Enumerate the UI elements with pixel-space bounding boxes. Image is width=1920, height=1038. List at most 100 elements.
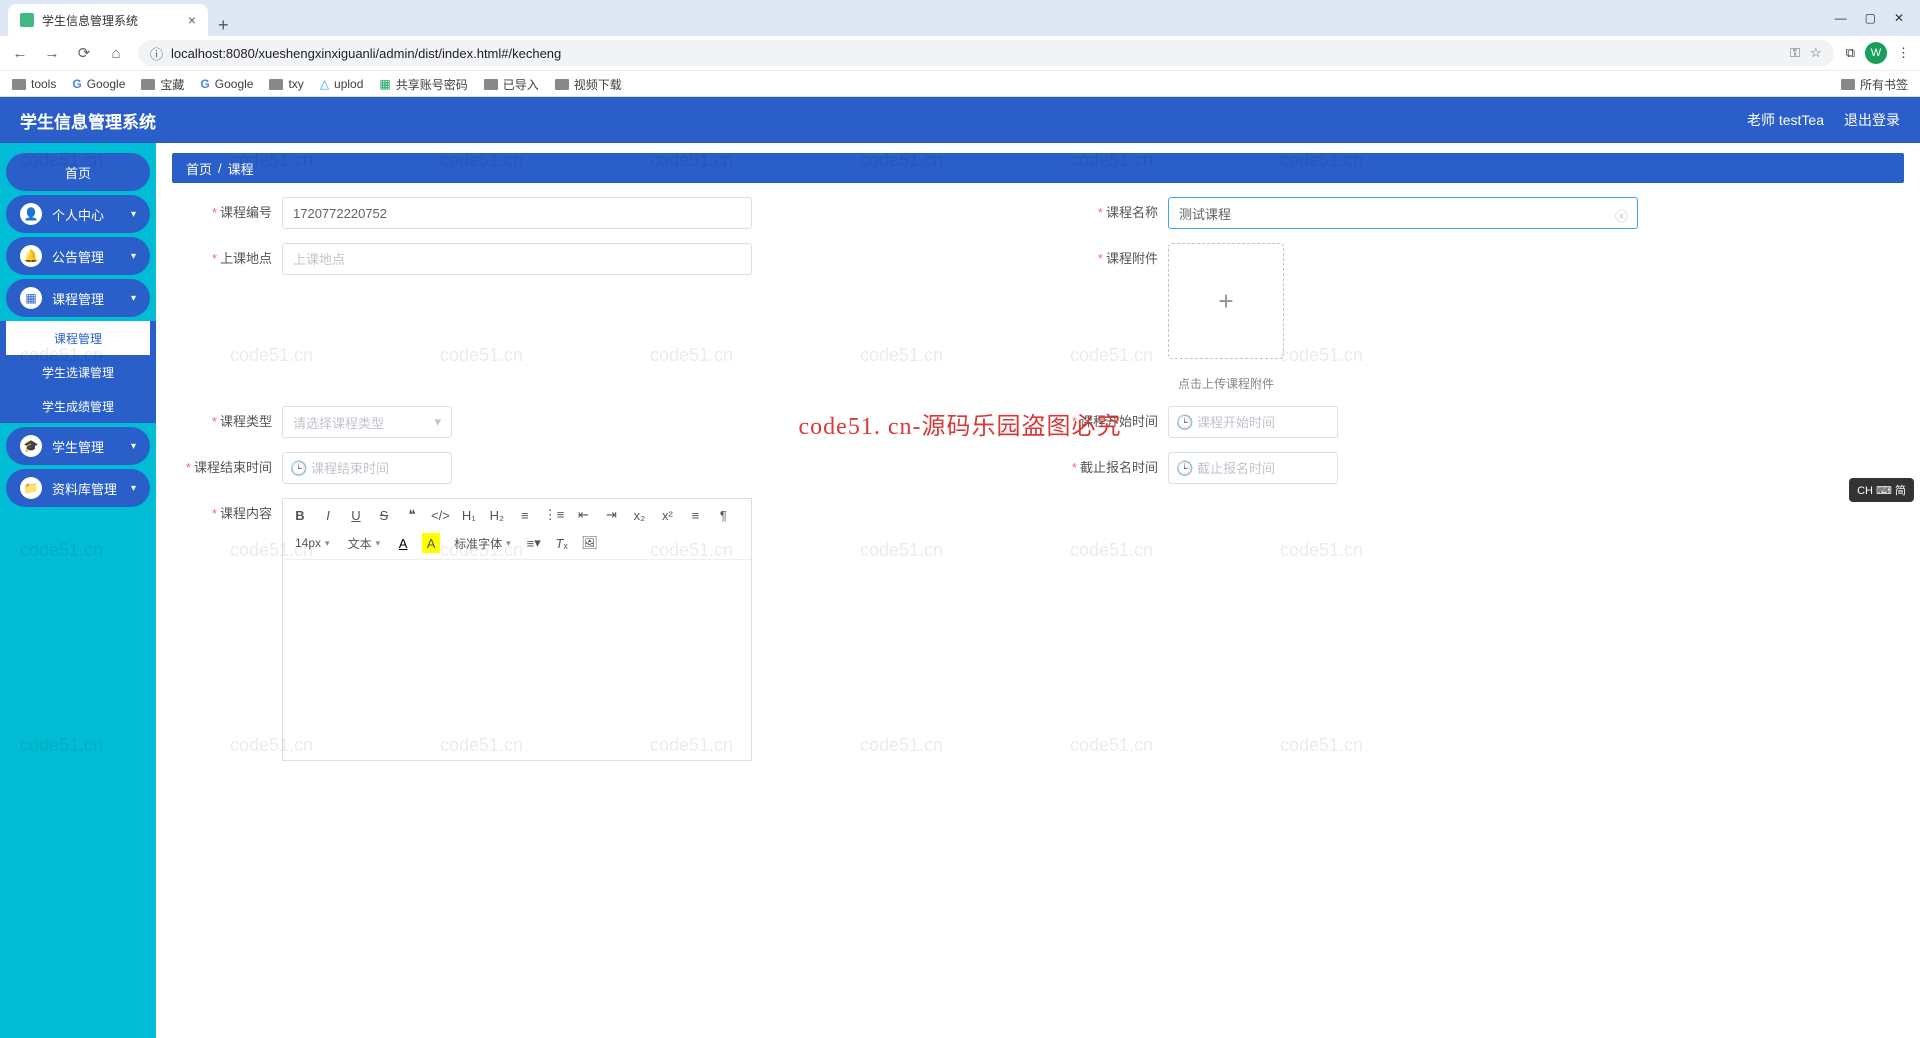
breadcrumb: 首页 / 课程 — [172, 153, 1904, 183]
bookmark-item[interactable]: 视频下载 — [555, 76, 622, 93]
list-ul-icon[interactable]: ⋮≡ — [544, 505, 565, 525]
window-controls: — ▢ ✕ — [1835, 0, 1920, 36]
align-icon[interactable]: ≡ — [686, 505, 704, 525]
all-bookmarks[interactable]: 所有书签 — [1841, 76, 1908, 93]
chevron-down-icon: ▾ — [131, 251, 136, 262]
reload-icon[interactable]: ⟳ — [74, 44, 94, 62]
folder-icon — [12, 79, 26, 90]
minimize-icon[interactable]: — — [1835, 11, 1847, 25]
app-header: 学生信息管理系统 老师 testTea 退出登录 — [0, 97, 1920, 143]
course-id-label: 课程编号 — [220, 205, 272, 220]
bookmark-item[interactable]: GGoogle — [200, 77, 253, 91]
bookmark-item[interactable]: ▦共享账号密码 — [379, 76, 467, 93]
sidebar: 首页 👤 个人中心 ▾ 🔔 公告管理 ▾ ▦ 课程管理 ▾ 课程管理 学生选课管… — [0, 143, 156, 1038]
sidebar-submenu-course: 课程管理 学生选课管理 学生成绩管理 — [0, 321, 156, 423]
h1-icon[interactable]: H₁ — [460, 505, 478, 525]
url-input[interactable]: ⓘ localhost:8080/xueshengxinxiguanli/adm… — [138, 40, 1834, 66]
sub-icon[interactable]: x₂ — [630, 505, 648, 525]
editor-body[interactable] — [283, 560, 751, 760]
bookmark-item[interactable]: txy — [269, 77, 303, 91]
sidebar-sub-student-grade[interactable]: 学生成绩管理 — [0, 389, 156, 423]
rich-editor: B I U S ❝ </> H₁ H₂ ≡ ⋮≡ ⇤ ⇥ x₂ — [282, 498, 752, 761]
text-color-icon[interactable]: A — [394, 533, 412, 553]
maximize-icon[interactable]: ▢ — [1865, 11, 1876, 25]
bookmark-item[interactable]: 宝藏 — [141, 76, 184, 93]
italic-icon[interactable]: I — [319, 505, 337, 525]
upload-box[interactable]: + — [1168, 243, 1284, 359]
content-label: 课程内容 — [220, 506, 272, 521]
course-type-select[interactable]: 请选择课程类型 ▾ — [282, 406, 452, 438]
close-tab-icon[interactable]: × — [188, 12, 196, 28]
clock-icon: 🕒 — [290, 460, 307, 477]
bookmark-item[interactable]: △uplod — [320, 77, 364, 91]
bookmark-bar: tools GGoogle 宝藏 GGoogle txy △uplod ▦共享账… — [0, 70, 1920, 97]
breadcrumb-current: 课程 — [228, 159, 254, 178]
sidebar-home[interactable]: 首页 — [6, 153, 150, 191]
deadline-label: 截止报名时间 — [1080, 460, 1158, 475]
grid-icon: ▦ — [20, 287, 42, 309]
list-ol-icon[interactable]: ≡ — [516, 505, 534, 525]
sidebar-item-course[interactable]: ▦ 课程管理 ▾ — [6, 279, 150, 317]
align-select-icon[interactable]: ≡▾ — [525, 533, 543, 553]
image-icon[interactable]: 🖼 — [581, 533, 599, 553]
logout-button[interactable]: 退出登录 — [1844, 110, 1900, 130]
sidebar-sub-student-select[interactable]: 学生选课管理 — [0, 355, 156, 389]
location-input[interactable] — [282, 243, 752, 275]
breadcrumb-home[interactable]: 首页 — [186, 159, 212, 178]
app-title: 学生信息管理系统 — [20, 108, 156, 133]
folder-icon — [141, 79, 155, 90]
start-time-label: 课程开始时间 — [1080, 414, 1158, 429]
deadline-input[interactable] — [1168, 452, 1338, 484]
sidebar-sub-course-manage[interactable]: 课程管理 — [6, 321, 150, 355]
new-tab-button[interactable]: + — [208, 15, 239, 36]
code-icon[interactable]: </> — [431, 505, 450, 525]
bookmark-item[interactable]: tools — [12, 77, 56, 91]
start-time-input[interactable] — [1168, 406, 1338, 438]
course-name-input[interactable] — [1168, 197, 1638, 229]
clear-icon[interactable]: ⓧ — [1615, 206, 1628, 225]
browser-chrome: 学生信息管理系统 × + — ▢ ✕ ← → ⟳ ⌂ ⓘ localhost:8… — [0, 0, 1920, 97]
editor-toolbar: B I U S ❝ </> H₁ H₂ ≡ ⋮≡ ⇤ ⇥ x₂ — [283, 499, 751, 560]
folder-icon — [484, 79, 498, 90]
google-icon: G — [200, 77, 209, 91]
google-icon: G — [72, 77, 81, 91]
course-id-input[interactable] — [282, 197, 752, 229]
sidebar-item-profile[interactable]: 👤 个人中心 ▾ — [6, 195, 150, 233]
indent-minus-icon[interactable]: ⇤ — [574, 505, 592, 525]
profile-avatar[interactable]: W — [1865, 42, 1887, 64]
chevron-down-icon: ▾ — [131, 483, 136, 494]
underline-icon[interactable]: U — [347, 505, 365, 525]
home-icon[interactable]: ⌂ — [106, 45, 126, 62]
close-window-icon[interactable]: ✕ — [1894, 11, 1904, 25]
extensions-icon[interactable]: ⧉ — [1846, 45, 1855, 61]
end-time-input[interactable] — [282, 452, 452, 484]
student-icon: 🎓 — [20, 435, 42, 457]
browser-tab[interactable]: 学生信息管理系统 × — [8, 4, 208, 36]
sidebar-item-student[interactable]: 🎓 学生管理 ▾ — [6, 427, 150, 465]
bold-icon[interactable]: B — [291, 505, 309, 525]
direction-icon[interactable]: ¶ — [714, 505, 732, 525]
quote-icon[interactable]: ❝ — [403, 505, 421, 525]
font-size-select[interactable]: 14px▾ — [291, 536, 334, 550]
sup-icon[interactable]: x² — [658, 505, 676, 525]
forward-icon[interactable]: → — [42, 45, 62, 62]
font-family-select[interactable]: 标准字体▾ — [450, 535, 515, 552]
sidebar-item-notice[interactable]: 🔔 公告管理 ▾ — [6, 237, 150, 275]
indent-plus-icon[interactable]: ⇥ — [602, 505, 620, 525]
user-label[interactable]: 老师 testTea — [1747, 110, 1824, 130]
bookmark-item[interactable]: 已导入 — [484, 76, 539, 93]
back-icon[interactable]: ← — [10, 45, 30, 62]
bg-color-icon[interactable]: A — [422, 533, 440, 553]
h2-icon[interactable]: H₂ — [488, 505, 506, 525]
site-info-icon[interactable]: ⓘ — [150, 44, 163, 63]
text-style-select[interactable]: 文本▾ — [344, 535, 385, 552]
menu-dots-icon[interactable]: ⋮ — [1897, 45, 1910, 61]
bookmark-item[interactable]: GGoogle — [72, 77, 125, 91]
bookmark-star-icon[interactable]: ☆ — [1810, 45, 1822, 61]
strike-icon[interactable]: S — [375, 505, 393, 525]
chevron-down-icon: ▾ — [131, 293, 136, 304]
clear-format-icon[interactable]: Tₓ — [553, 533, 571, 553]
sidebar-item-resources[interactable]: 📁 资料库管理 ▾ — [6, 469, 150, 507]
password-key-icon[interactable]: ⚿ — [1790, 45, 1800, 61]
url-text: localhost:8080/xueshengxinxiguanli/admin… — [171, 46, 561, 61]
